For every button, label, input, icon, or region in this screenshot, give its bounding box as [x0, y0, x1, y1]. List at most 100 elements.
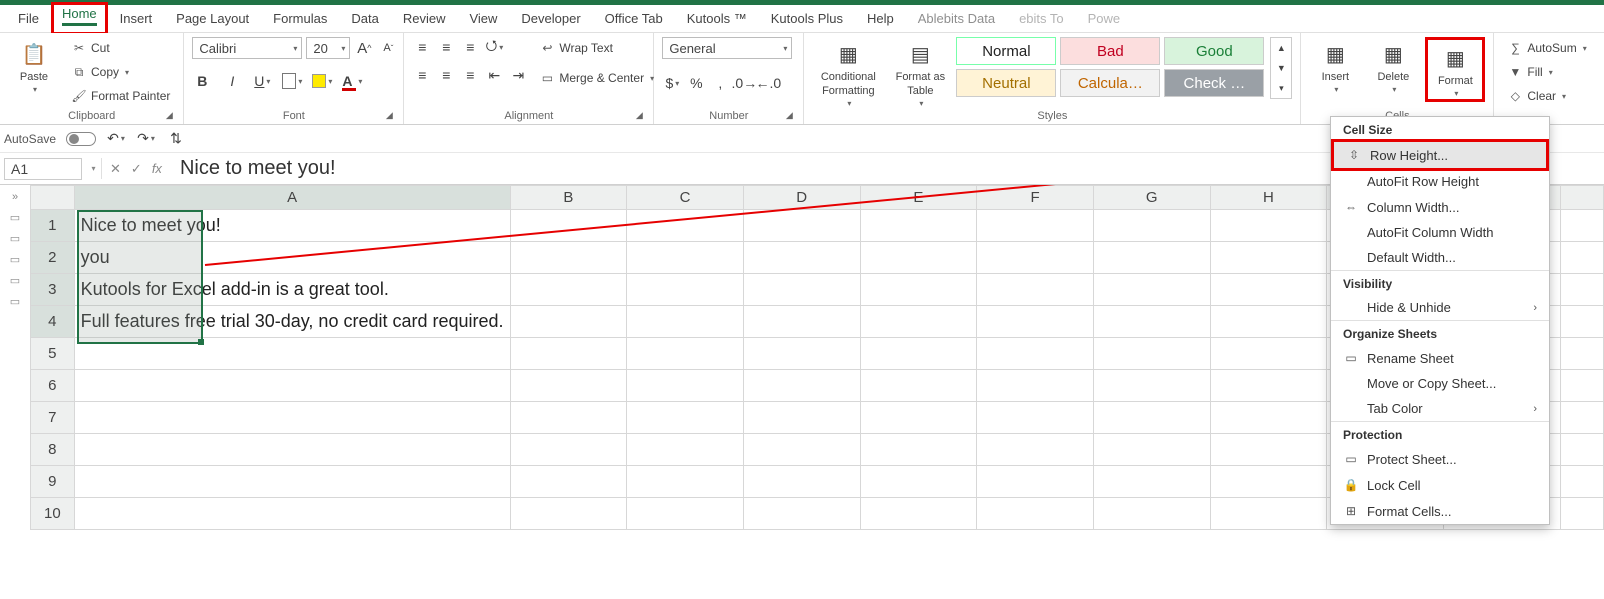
format-painter-button[interactable]: 🖌Format Painter: [66, 85, 175, 107]
menu-hide-unhide[interactable]: Hide & Unhide›: [1331, 295, 1549, 320]
panel-icon-1[interactable]: ▭: [10, 211, 20, 224]
expand-icon[interactable]: »: [12, 191, 18, 203]
align-bottom-button[interactable]: ≡: [460, 37, 480, 57]
decrease-decimal-button[interactable]: ←.0: [758, 73, 778, 93]
cell-A4[interactable]: Full features free trial 30-day, no cred…: [74, 306, 510, 338]
style-good[interactable]: Good: [1164, 37, 1264, 65]
tab-home[interactable]: Home: [51, 2, 108, 35]
increase-decimal-button[interactable]: .0→: [734, 73, 754, 93]
underline-button[interactable]: U▾: [252, 71, 272, 91]
cell-B1[interactable]: [510, 210, 627, 242]
row-header-9[interactable]: 9: [31, 466, 75, 498]
copy-button[interactable]: ⧉Copy▾: [66, 61, 175, 83]
select-all-corner[interactable]: [31, 186, 75, 210]
cut-button[interactable]: ✂Cut: [66, 37, 175, 59]
panel-icon-5[interactable]: ▭: [10, 295, 20, 308]
tab-hidden-1[interactable]: ebits To: [1007, 7, 1076, 30]
align-middle-button[interactable]: ≡: [436, 37, 456, 57]
col-header-next[interactable]: [1560, 186, 1603, 210]
shrink-font-button[interactable]: Aˇ: [378, 38, 398, 58]
row-header-2[interactable]: 2: [31, 242, 75, 274]
row-header-6[interactable]: 6: [31, 370, 75, 402]
menu-default-width[interactable]: Default Width...: [1331, 245, 1549, 270]
row-header-7[interactable]: 7: [31, 402, 75, 434]
cell-A1[interactable]: Nice to meet you!: [74, 210, 510, 242]
style-bad[interactable]: Bad: [1060, 37, 1160, 65]
style-calculation[interactable]: Calcula…: [1060, 69, 1160, 97]
dialog-launcher-icon[interactable]: ◢: [783, 110, 795, 122]
align-top-button[interactable]: ≡: [412, 37, 432, 57]
orientation-button[interactable]: ⭯▾: [484, 37, 504, 57]
borders-button[interactable]: ▾: [282, 71, 302, 91]
style-check[interactable]: Check …: [1164, 69, 1264, 97]
align-center-button[interactable]: ≡: [436, 65, 456, 85]
menu-tab-color[interactable]: Tab Color›: [1331, 396, 1549, 421]
italic-button[interactable]: I: [222, 71, 242, 91]
tab-page-layout[interactable]: Page Layout: [164, 7, 261, 30]
align-left-button[interactable]: ≡: [412, 65, 432, 85]
menu-move-copy[interactable]: Move or Copy Sheet...: [1331, 371, 1549, 396]
cell-A2[interactable]: you: [74, 242, 510, 274]
dialog-launcher-icon[interactable]: ◢: [383, 110, 395, 122]
format-as-table-button[interactable]: ▤ Format asTable▾: [890, 37, 950, 108]
bold-button[interactable]: B: [192, 71, 212, 91]
panel-icon-4[interactable]: ▭: [10, 274, 20, 287]
insert-cells-button[interactable]: ▦ Insert▾: [1309, 37, 1361, 94]
tab-kutools-plus[interactable]: Kutools Plus: [759, 7, 855, 30]
redo-button[interactable]: ↷▾: [136, 129, 156, 149]
sort-filter-button[interactable]: A↓Z Sort & Filter▾: [1598, 37, 1604, 106]
delete-cells-button[interactable]: ▦ Delete▾: [1367, 37, 1419, 94]
clear-button[interactable]: ◇Clear▾: [1502, 85, 1591, 107]
tab-review[interactable]: Review: [391, 7, 458, 30]
fill-button[interactable]: ▼Fill▾: [1502, 61, 1591, 83]
row-header-4[interactable]: 4: [31, 306, 75, 338]
col-header-A[interactable]: A: [74, 186, 510, 210]
col-header-D[interactable]: D: [743, 186, 860, 210]
grow-font-button[interactable]: A^: [354, 38, 374, 58]
tab-data[interactable]: Data: [339, 7, 390, 30]
name-box[interactable]: A1: [4, 158, 82, 180]
cancel-formula-icon[interactable]: ✕: [110, 161, 121, 177]
col-header-H[interactable]: H: [1210, 186, 1327, 210]
tab-kutools[interactable]: Kutools ™: [675, 7, 759, 30]
panel-icon-3[interactable]: ▭: [10, 253, 20, 266]
tab-insert[interactable]: Insert: [108, 7, 165, 30]
col-header-E[interactable]: E: [860, 186, 977, 210]
autosum-button[interactable]: ∑AutoSum▾: [1502, 37, 1591, 59]
styles-scroll-down[interactable]: ▼: [1271, 58, 1291, 78]
col-header-G[interactable]: G: [1093, 186, 1210, 210]
cell-styles-gallery[interactable]: Normal Bad Good Neutral Calcula… Check …: [956, 37, 1264, 97]
menu-autofit-col[interactable]: AutoFit Column Width: [1331, 220, 1549, 245]
font-size-select[interactable]: 20▾: [306, 37, 350, 59]
panel-icon-2[interactable]: ▭: [10, 232, 20, 245]
menu-rename-sheet[interactable]: ▭Rename Sheet: [1331, 345, 1549, 371]
col-header-B[interactable]: B: [510, 186, 627, 210]
tab-view[interactable]: View: [457, 7, 509, 30]
menu-lock-cell[interactable]: 🔒Lock Cell: [1331, 472, 1549, 498]
align-right-button[interactable]: ≡: [460, 65, 480, 85]
row-header-3[interactable]: 3: [31, 274, 75, 306]
styles-scroll-up[interactable]: ▲: [1271, 38, 1291, 58]
menu-format-cells[interactable]: ⊞Format Cells...: [1331, 498, 1549, 524]
fill-color-button[interactable]: ▾: [312, 71, 332, 91]
tab-developer[interactable]: Developer: [509, 7, 592, 30]
autosave-toggle[interactable]: [66, 132, 96, 146]
paste-button[interactable]: 📋 Paste▾: [8, 37, 60, 94]
wrap-text-button[interactable]: ↩Wrap Text: [534, 37, 659, 59]
menu-row-height[interactable]: ⇳ Row Height...: [1334, 142, 1546, 168]
percent-button[interactable]: %: [686, 73, 706, 93]
menu-protect-sheet[interactable]: ▭Protect Sheet...: [1331, 446, 1549, 472]
styles-expand[interactable]: ▾: [1271, 78, 1291, 98]
customize-qat[interactable]: ⇅: [166, 129, 186, 149]
merge-center-button[interactable]: ▭Merge & Center▾: [534, 67, 659, 89]
enter-formula-icon[interactable]: ✓: [131, 161, 142, 177]
col-header-C[interactable]: C: [627, 186, 744, 210]
format-cells-button[interactable]: ▦ Format▾: [1429, 41, 1481, 98]
decrease-indent-button[interactable]: ⇤: [484, 65, 504, 85]
row-header-10[interactable]: 10: [31, 498, 75, 530]
tab-hidden-2[interactable]: Powe: [1076, 7, 1133, 30]
menu-autofit-row[interactable]: AutoFit Row Height: [1331, 169, 1549, 194]
name-box-drop[interactable]: ▾: [86, 158, 102, 179]
row-header-1[interactable]: 1: [31, 210, 75, 242]
menu-col-width[interactable]: ⇔Column Width...: [1331, 194, 1549, 220]
